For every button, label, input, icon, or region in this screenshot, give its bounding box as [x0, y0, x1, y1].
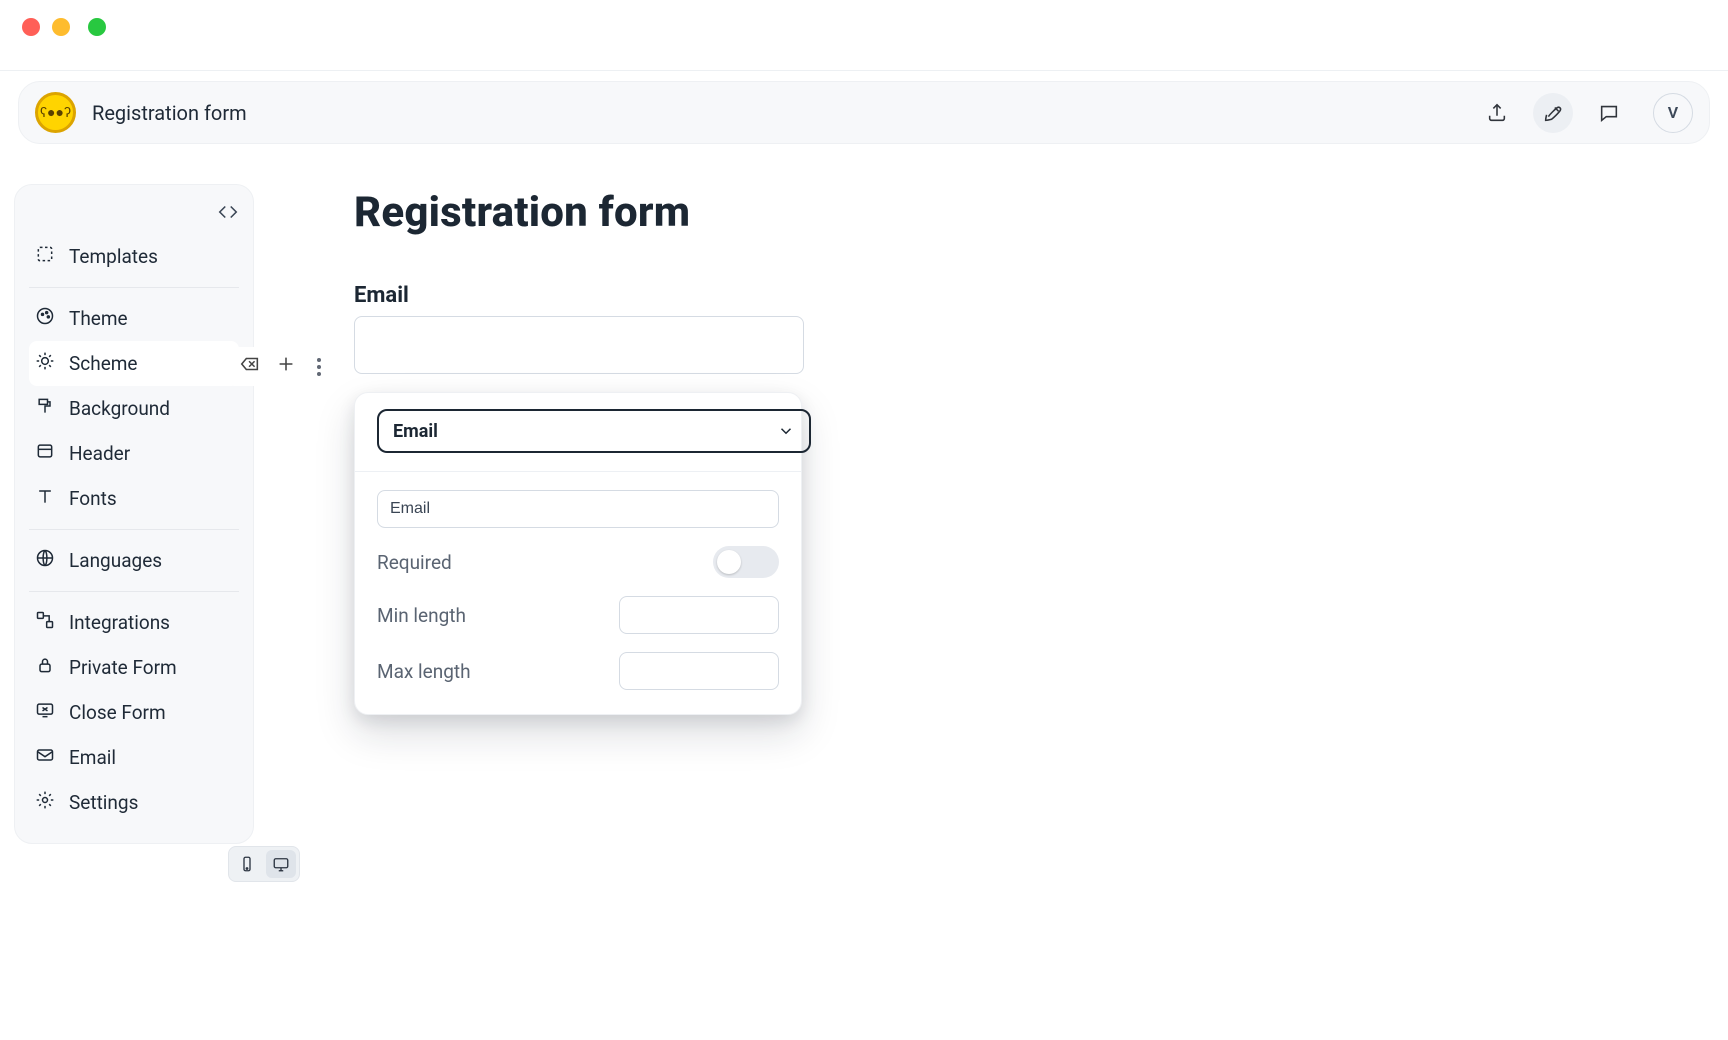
field-name-input[interactable]	[377, 490, 779, 528]
window-min-dot[interactable]	[52, 18, 70, 36]
sun-icon	[35, 351, 55, 376]
comments-button[interactable]	[1589, 93, 1629, 133]
user-avatar[interactable]: V	[1653, 93, 1693, 133]
export-button[interactable]	[1477, 93, 1517, 133]
sidebar-item-label: Fonts	[69, 487, 117, 510]
sidebar-item-label: Close Form	[69, 701, 166, 724]
sidebar-item-private[interactable]: Private Form	[29, 645, 239, 690]
required-toggle[interactable]	[713, 546, 779, 578]
close-form-icon	[35, 700, 55, 725]
chevron-down-icon	[777, 422, 795, 440]
sidebar-item-email[interactable]: Email	[29, 735, 239, 780]
sidebar-item-label: Settings	[69, 791, 138, 814]
paint-icon	[35, 396, 55, 421]
gear-icon	[35, 790, 55, 815]
sidebar-item-label: Private Form	[69, 656, 177, 679]
more-icon[interactable]	[317, 358, 321, 376]
field-options-popover: Email Required Min length Max length	[354, 392, 802, 715]
sidebar-item-close[interactable]: Close Form	[29, 690, 239, 735]
sidebar-item-background[interactable]: Background	[29, 386, 239, 431]
add-icon[interactable]	[275, 353, 297, 380]
form-canvas: Registration form Email Email Required	[284, 184, 1700, 844]
code-toggle-icon[interactable]	[217, 201, 239, 228]
mobile-preview-button[interactable]	[232, 850, 262, 878]
sidebar-item-scheme[interactable]: Scheme	[29, 341, 239, 386]
sidebar-item-languages[interactable]: Languages	[29, 538, 239, 583]
field-type-select[interactable]: Email	[377, 409, 811, 453]
sidebar-item-label: Background	[69, 397, 170, 420]
window-traffic-lights	[0, 0, 1728, 71]
sidebar-item-integrations[interactable]: Integrations	[29, 600, 239, 645]
sidebar-item-theme[interactable]: Theme	[29, 296, 239, 341]
row-actions	[225, 347, 335, 386]
device-preview-toggle	[228, 846, 300, 882]
sidebar-item-label: Languages	[69, 549, 162, 572]
form-title: Registration form	[354, 188, 1700, 237]
sidebar: Templates Theme Scheme	[14, 184, 254, 844]
sidebar-item-label: Email	[69, 746, 116, 769]
publish-button[interactable]	[1533, 93, 1573, 133]
sidebar-item-fonts[interactable]: Fonts	[29, 476, 239, 521]
templates-icon	[35, 244, 55, 269]
topbar: ʕ●●ʔ Registration form V	[18, 81, 1710, 144]
required-label: Required	[377, 551, 452, 574]
sidebar-item-label: Theme	[69, 307, 128, 330]
sidebar-item-settings[interactable]: Settings	[29, 780, 239, 825]
sidebar-item-label: Integrations	[69, 611, 170, 634]
layout-icon	[35, 441, 55, 466]
sidebar-item-label: Templates	[69, 245, 158, 268]
lock-icon	[35, 655, 55, 680]
type-icon	[35, 486, 55, 511]
desktop-preview-button[interactable]	[266, 850, 296, 878]
sidebar-item-label: Scheme	[69, 352, 138, 375]
min-length-input[interactable]	[619, 596, 779, 634]
window-max-dot[interactable]	[88, 18, 106, 36]
field-label: Email	[354, 283, 1700, 308]
sidebar-item-templates[interactable]: Templates	[29, 234, 239, 279]
window-close-dot[interactable]	[22, 18, 40, 36]
sidebar-item-header[interactable]: Header	[29, 431, 239, 476]
workflow-icon	[35, 610, 55, 635]
field-type-label: Email	[393, 421, 438, 442]
palette-icon	[35, 306, 55, 331]
globe-icon	[35, 548, 55, 573]
max-length-label: Max length	[377, 660, 471, 683]
document-title: Registration form	[92, 101, 247, 125]
app-logo: ʕ●●ʔ	[35, 92, 76, 133]
email-input[interactable]	[354, 316, 804, 374]
sidebar-item-label: Header	[69, 442, 130, 465]
mail-icon	[35, 745, 55, 770]
min-length-label: Min length	[377, 604, 466, 627]
clear-icon[interactable]	[239, 353, 261, 380]
max-length-input[interactable]	[619, 652, 779, 690]
